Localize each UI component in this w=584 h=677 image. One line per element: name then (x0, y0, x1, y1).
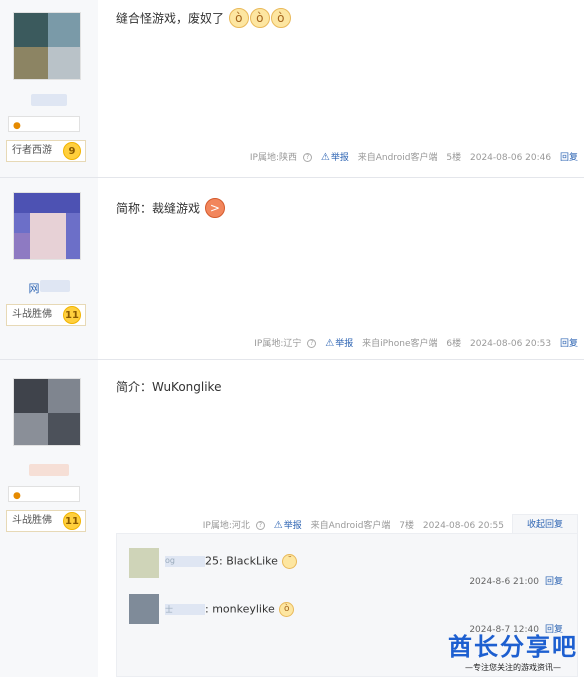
help-icon[interactable]: ? (302, 153, 312, 162)
sub-reply-meta: 2024-8-6 21:00 回复 (469, 574, 563, 587)
sub-reply-time: 2024-8-6 21:00 (469, 577, 539, 587)
reply-link[interactable]: 回复 (560, 339, 578, 349)
source-label: 来自Android客户端 (357, 153, 438, 163)
badge-box: ● (8, 116, 80, 132)
report-link[interactable]: 举报 (331, 153, 349, 163)
post-text: 简称：裁缝游戏 (116, 201, 201, 216)
post-time: 2024-08-06 20:55 (422, 521, 504, 531)
sub-reply-text: og 25: BlackLike ˘ (165, 554, 298, 569)
watermark-title: 酋长分享吧 (448, 633, 578, 661)
post-content: 缝合怪游戏，废奴了 òòò (116, 8, 291, 28)
level-label: 行者西游 (12, 145, 52, 156)
sub-reply-text: 士: monkeylike ò (165, 602, 295, 617)
level-label: 斗战胜佛 (12, 309, 52, 320)
author-sidebar: ● 行者西游 9 (0, 0, 98, 177)
post-content: 简介：WuKonglike (116, 378, 221, 395)
username[interactable] (0, 94, 98, 109)
author-sidebar: 网 斗战胜佛 11 (0, 178, 98, 359)
floor-number: 7楼 (399, 521, 415, 531)
reply-link[interactable]: 回复 (560, 153, 578, 163)
level-number: 9 (63, 142, 81, 160)
report-link[interactable]: 举报 (284, 521, 302, 531)
avatar[interactable] (13, 192, 81, 260)
post-time: 2024-08-06 20:53 (470, 339, 552, 349)
username[interactable]: 网 (0, 280, 98, 296)
sub-reply-link[interactable]: 回复 (545, 577, 563, 587)
badge-box: ● (8, 486, 80, 502)
badge-icon: ● (13, 491, 21, 501)
report-icon[interactable]: ⚠ (321, 152, 330, 163)
source-label: 来自Android客户端 (310, 521, 391, 531)
post-text: 缝合怪游戏，废奴了 (116, 11, 225, 26)
username[interactable] (0, 464, 98, 479)
floor-number: 6楼 (446, 339, 462, 349)
face-emoji-icon: ˘ (282, 554, 298, 569)
post-meta: IP属地:河北? ⚠举报 来自Android客户端 7楼 2024-08-06 … (197, 518, 504, 531)
post-floor-5: ● 行者西游 9 缝合怪游戏，废奴了 òòò IP属地:陕西? ⚠举报 来自An… (0, 0, 584, 178)
post-text: 简介：WuKonglike (116, 380, 222, 394)
report-link[interactable]: 举报 (335, 339, 353, 349)
level-badge[interactable]: 行者西游 9 (6, 140, 86, 162)
sub-reply-username[interactable]: 士 (165, 604, 205, 615)
level-badge[interactable]: 斗战胜佛 11 (6, 304, 86, 326)
level-number: 11 (63, 512, 81, 530)
sub-reply-avatar[interactable] (129, 594, 159, 624)
help-icon[interactable]: ? (255, 521, 265, 530)
badge-icon: ● (13, 121, 21, 131)
face-emoji-icon: ò (270, 8, 291, 28)
avatar[interactable] (13, 378, 81, 446)
report-icon[interactable]: ⚠ (325, 338, 334, 349)
face-emoji-icon: ò (249, 8, 270, 28)
watermark-subtitle: —专注您关注的游戏资讯— (465, 663, 561, 672)
ip-location: IP属地:辽宁 (254, 339, 302, 349)
angry-emoji-icon: > (204, 198, 225, 218)
watermark: 酋长分享吧 —专注您关注的游戏资讯— (448, 627, 578, 673)
face-emoji-icon: ò (228, 8, 249, 28)
help-icon[interactable]: ? (307, 339, 317, 348)
avatar[interactable] (13, 12, 81, 80)
author-sidebar: ● 斗战胜佛 11 (0, 360, 98, 677)
post-meta: IP属地:陕西? ⚠举报 来自Android客户端 5楼 2024-08-06 … (244, 150, 578, 163)
source-label: 来自iPhone客户端 (362, 339, 438, 349)
level-number: 11 (63, 306, 81, 324)
ip-location: IP属地:河北 (202, 521, 250, 531)
post-meta: IP属地:辽宁? ⚠举报 来自iPhone客户端 6楼 2024-08-06 2… (248, 336, 578, 349)
post-content: 简称：裁缝游戏 > (116, 198, 225, 218)
report-icon[interactable]: ⚠ (274, 520, 283, 531)
level-badge[interactable]: 斗战胜佛 11 (6, 510, 86, 532)
collapse-replies-button[interactable]: 收起回复 (512, 514, 578, 534)
floor-number: 5楼 (446, 153, 462, 163)
post-floor-6: 网 斗战胜佛 11 简称：裁缝游戏 > IP属地:辽宁? ⚠举报 来自iPhon… (0, 178, 584, 360)
sub-reply-username[interactable]: og (165, 556, 205, 567)
face-emoji-icon: ò (279, 602, 295, 617)
level-label: 斗战胜佛 (12, 515, 52, 526)
post-time: 2024-08-06 20:46 (470, 153, 552, 163)
ip-location: IP属地:陕西 (249, 153, 297, 163)
sub-reply-avatar[interactable] (129, 548, 159, 578)
